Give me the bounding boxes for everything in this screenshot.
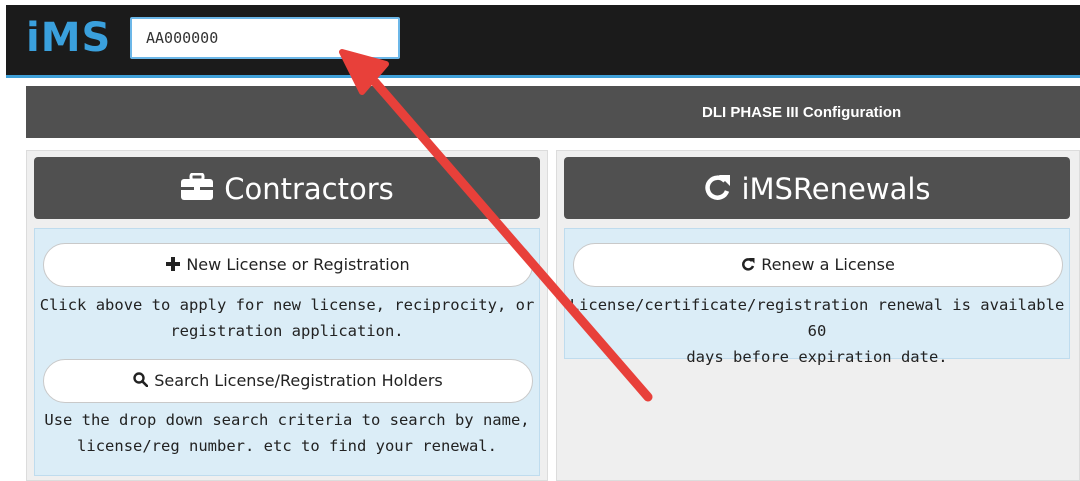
renewals-title: iMSRenewals: [741, 172, 931, 206]
search-holders-description: Use the drop down search criteria to sea…: [44, 411, 530, 455]
phase-bar: DLI PHASE III Configuration: [26, 86, 1080, 138]
ims-logo[interactable]: iMS: [26, 13, 111, 63]
top-navbar: iMS: [6, 5, 1080, 78]
renew-license-description: License/certificate/registration renewal…: [569, 296, 1065, 366]
contractors-title: Contractors: [224, 172, 394, 206]
refresh-icon: [703, 159, 731, 223]
plus-icon: [166, 245, 181, 287]
phase-title: DLI PHASE III Configuration: [702, 104, 902, 121]
new-license-label: New License or Registration: [186, 255, 410, 274]
contractors-header: Contractors: [34, 157, 540, 219]
renewals-header: iMSRenewals: [564, 157, 1070, 219]
search-input[interactable]: [130, 17, 400, 59]
renewals-body: Renew a License License/certificate/regi…: [564, 228, 1070, 366]
refresh-icon: [741, 245, 755, 287]
renew-license-button[interactable]: Renew a License: [573, 243, 1063, 287]
search-icon: [133, 361, 149, 403]
new-license-button[interactable]: New License or Registration: [43, 243, 533, 287]
contractors-panel: Contractors New License or Registration …: [26, 150, 548, 481]
search-holders-label: Search License/Registration Holders: [154, 371, 443, 390]
renewals-panel: iMSRenewals Renew a License License/cert…: [556, 150, 1080, 481]
new-license-description: Click above to apply for new license, re…: [39, 296, 535, 340]
contractors-body: New License or Registration Click above …: [34, 228, 540, 476]
renew-license-label: Renew a License: [761, 255, 895, 274]
search-holders-button[interactable]: Search License/Registration Holders: [43, 359, 533, 403]
briefcase-icon: [180, 159, 214, 223]
